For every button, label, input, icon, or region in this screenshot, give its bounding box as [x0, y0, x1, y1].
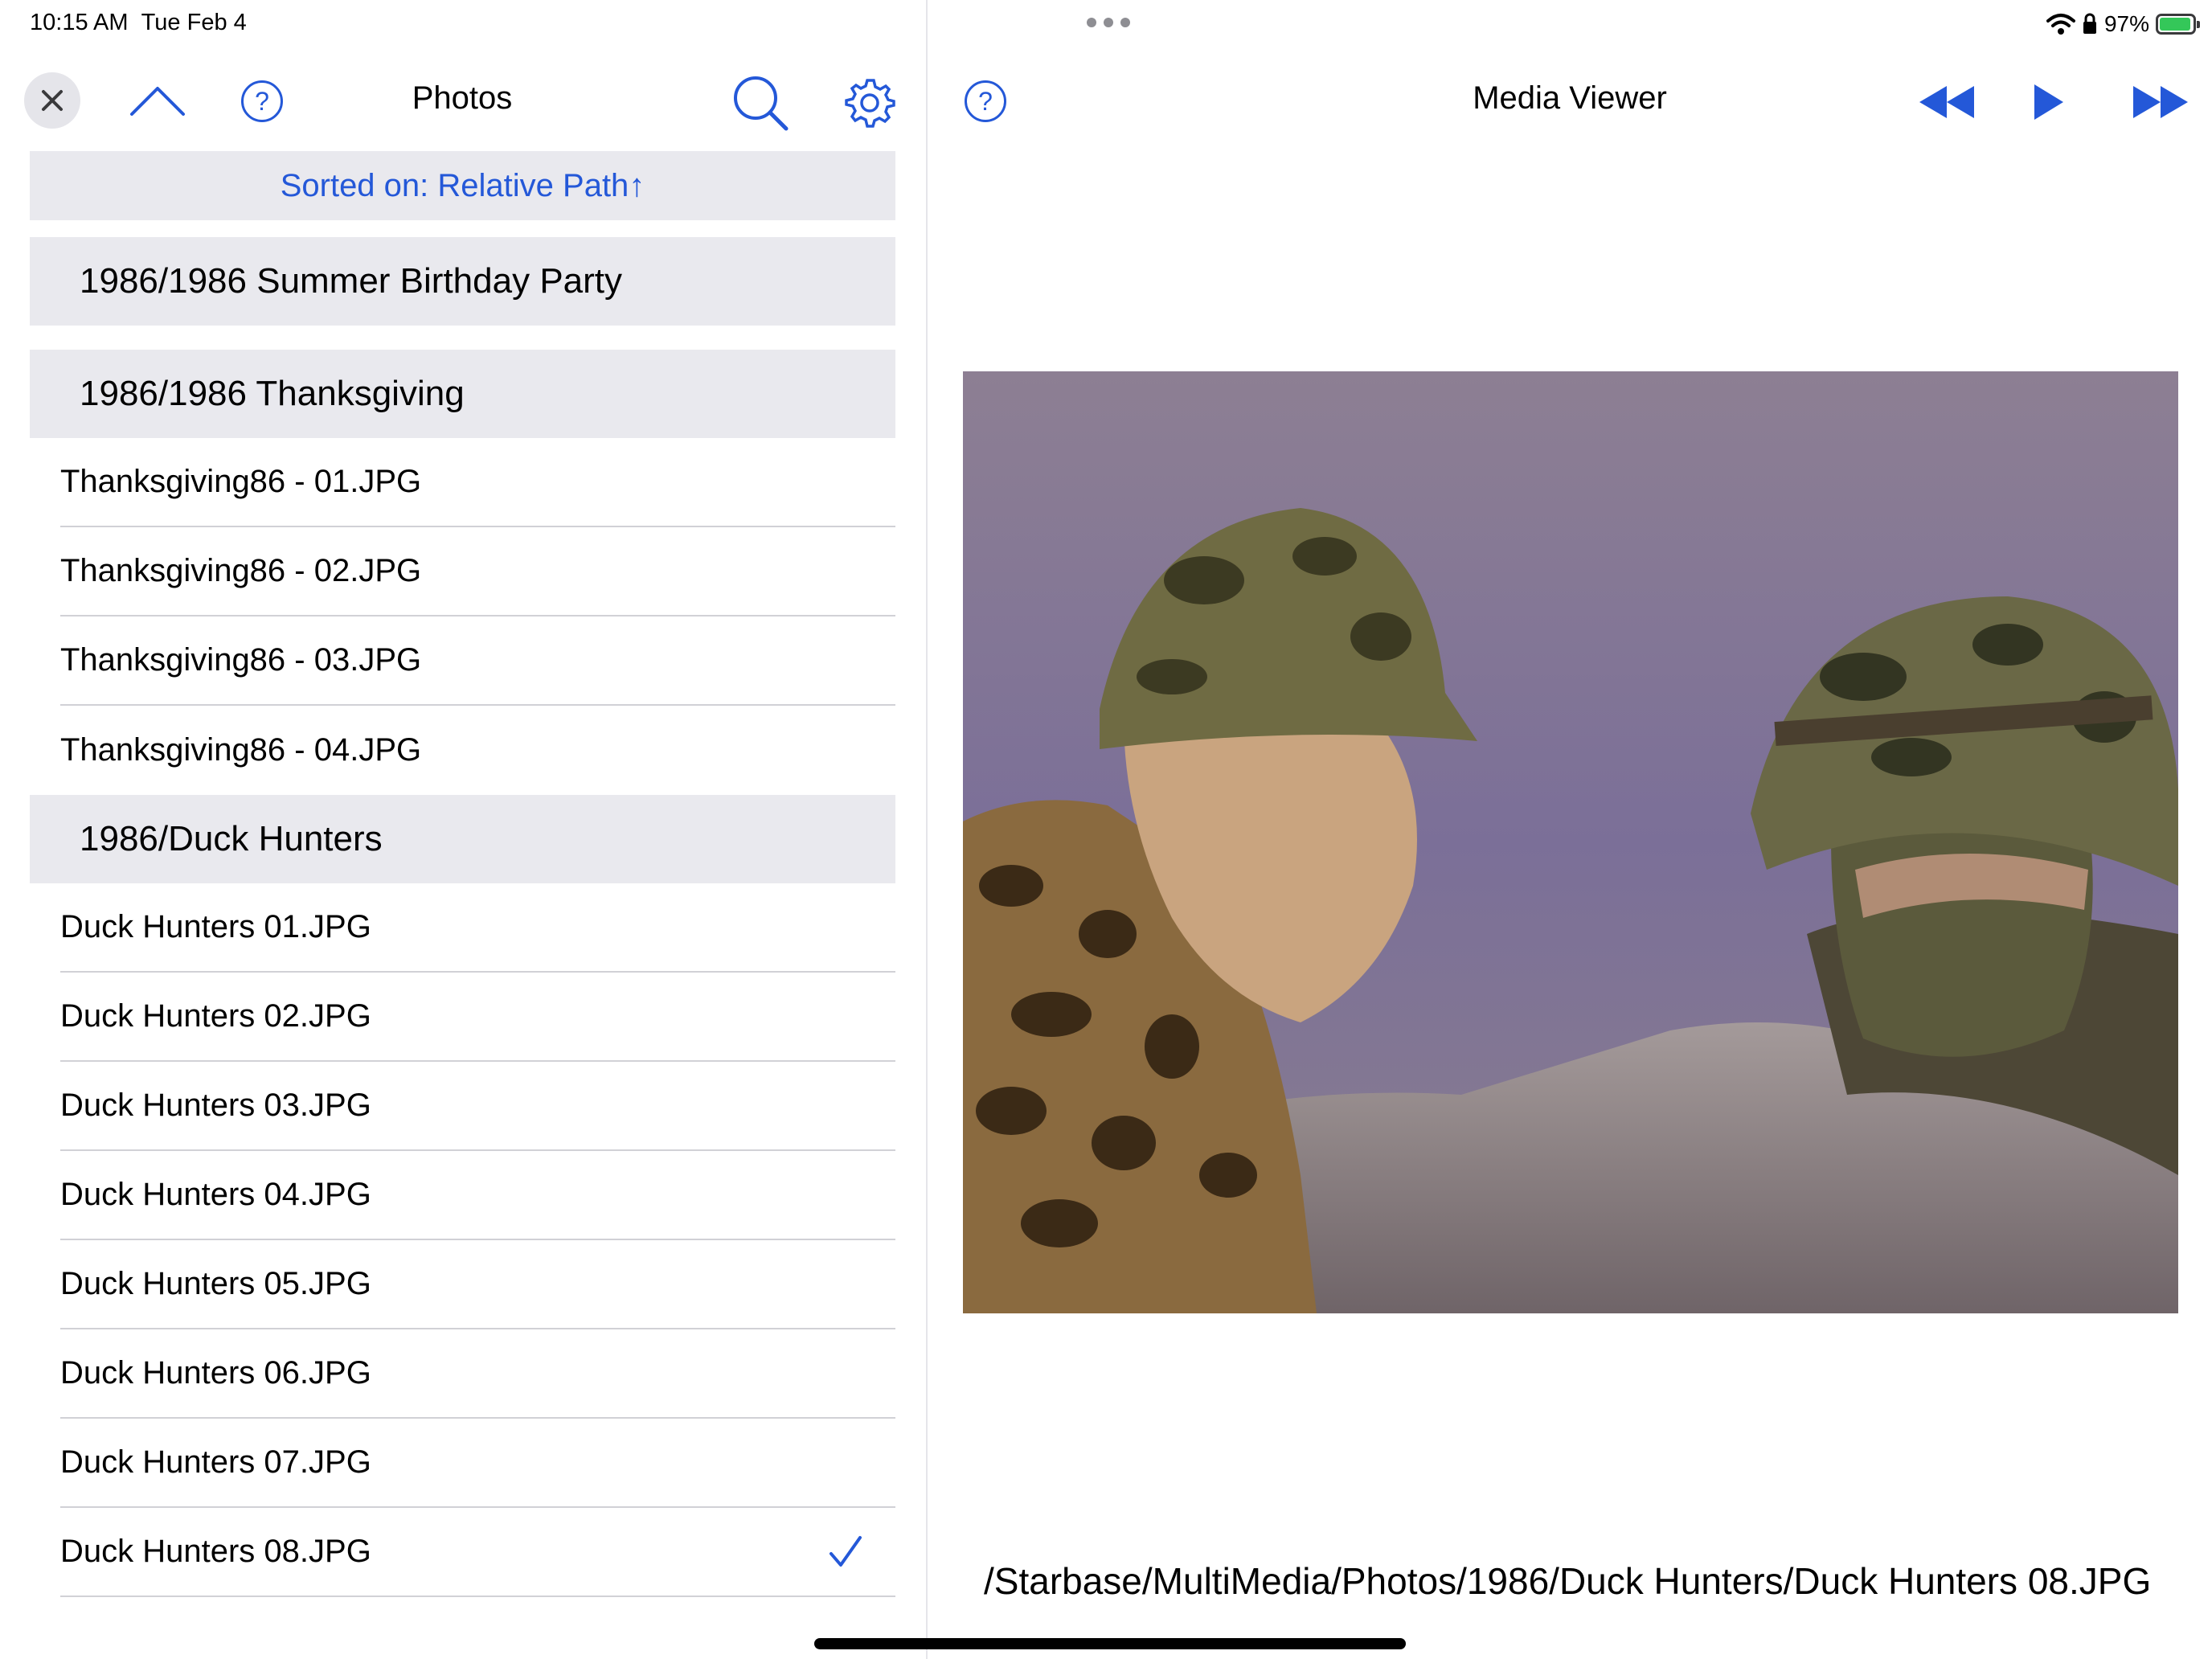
section-header[interactable]: 1986/Duck Hunters — [30, 795, 895, 883]
previous-button[interactable] — [1916, 82, 1977, 122]
list-item[interactable]: Thanksgiving86 - 04.JPG — [60, 706, 895, 795]
list-item-label: Duck Hunters 08.JPG — [60, 1534, 371, 1569]
list-item-label: Duck Hunters 02.JPG — [60, 998, 371, 1034]
wifi-icon — [2046, 14, 2075, 35]
close-button[interactable] — [24, 72, 80, 129]
lock-icon — [2083, 13, 2096, 34]
list-item-label: Duck Hunters 04.JPG — [60, 1177, 371, 1212]
multitasking-dots[interactable] — [1087, 18, 1130, 27]
home-indicator[interactable] — [814, 1638, 1406, 1649]
list-item[interactable]: Duck Hunters 04.JPG — [60, 1151, 895, 1240]
list-item[interactable]: Duck Hunters 07.JPG — [60, 1419, 895, 1508]
checkmark-icon — [830, 1535, 862, 1567]
list-item[interactable]: Duck Hunters 06.JPG — [60, 1329, 895, 1419]
up-button[interactable] — [129, 80, 186, 121]
media-viewer-panel: ? Media Viewer /Starbase/MultiMedia/Phot… — [928, 48, 2212, 1659]
list-item-label: Duck Hunters 06.JPG — [60, 1355, 371, 1391]
list-item[interactable]: Thanksgiving86 - 02.JPG — [60, 527, 895, 616]
battery-percent: 97% — [2103, 11, 2149, 36]
list-item[interactable]: Duck Hunters 02.JPG — [60, 973, 895, 1062]
status-bar: 10:15 AM Tue Feb 4 97% — [0, 0, 2212, 48]
status-indicators: 97% — [2046, 8, 2200, 40]
list-item[interactable]: Duck Hunters 05.JPG — [60, 1240, 895, 1329]
play-icon — [2034, 84, 2063, 120]
list-item-label: Thanksgiving86 - 02.JPG — [60, 553, 422, 588]
list-item[interactable]: Thanksgiving86 - 01.JPG — [60, 438, 895, 527]
battery-icon — [2156, 14, 2200, 35]
file-path-label: /Starbase/MultiMedia/Photos/1986/Duck Hu… — [984, 1560, 2152, 1602]
list-item-label: Duck Hunters 03.JPG — [60, 1088, 371, 1123]
photo-display[interactable] — [963, 371, 2178, 1313]
sort-order-button[interactable]: Sorted on: Relative Path↑ — [30, 151, 895, 220]
settings-button[interactable] — [841, 74, 899, 132]
close-icon — [42, 90, 63, 111]
list-item-label: Thanksgiving86 - 01.JPG — [60, 464, 422, 499]
photo-list: 1986/1986 Summer Birthday Party 1986/198… — [30, 237, 895, 1597]
help-button[interactable]: ? — [240, 79, 285, 124]
status-time-date: 10:15 AM Tue Feb 4 — [30, 10, 247, 36]
photos-nav-bar: ? Photos — [0, 48, 926, 153]
next-button[interactable] — [2130, 82, 2191, 122]
help-icon: ? — [241, 80, 283, 122]
search-icon — [734, 76, 789, 131]
list-item-label: Duck Hunters 01.JPG — [60, 909, 371, 944]
play-button[interactable] — [2029, 82, 2069, 122]
fast-forward-icon — [2133, 86, 2188, 118]
section-header[interactable]: 1986/1986 Summer Birthday Party — [30, 237, 895, 326]
chevron-up-icon — [130, 87, 185, 116]
list-item-label: Thanksgiving86 - 03.JPG — [60, 642, 422, 678]
photo-image — [963, 371, 2178, 1313]
media-viewer-title: Media Viewer — [1473, 80, 1667, 116]
photos-panel: ? Photos Sorted on: Relative Path↑ 1986/… — [0, 48, 926, 1659]
photos-title: Photos — [412, 80, 513, 116]
media-nav-bar: ? Media Viewer — [928, 48, 2212, 153]
gear-icon — [845, 79, 895, 128]
list-item[interactable]: Duck Hunters 01.JPG — [60, 883, 895, 973]
list-item[interactable]: Duck Hunters 03.JPG — [60, 1062, 895, 1151]
list-item[interactable]: Thanksgiving86 - 03.JPG — [60, 616, 895, 706]
status-date: Tue Feb 4 — [141, 10, 247, 35]
list-item-label: Duck Hunters 05.JPG — [60, 1266, 371, 1301]
list-item-label: Duck Hunters 07.JPG — [60, 1444, 371, 1480]
list-item-label: Thanksgiving86 - 04.JPG — [60, 732, 422, 768]
section-header[interactable]: 1986/1986 Thanksgiving — [30, 350, 895, 438]
search-button[interactable] — [730, 72, 791, 133]
rewind-icon — [1919, 86, 1974, 118]
status-time: 10:15 AM — [30, 10, 129, 35]
list-item-selected[interactable]: Duck Hunters 08.JPG — [60, 1508, 895, 1597]
